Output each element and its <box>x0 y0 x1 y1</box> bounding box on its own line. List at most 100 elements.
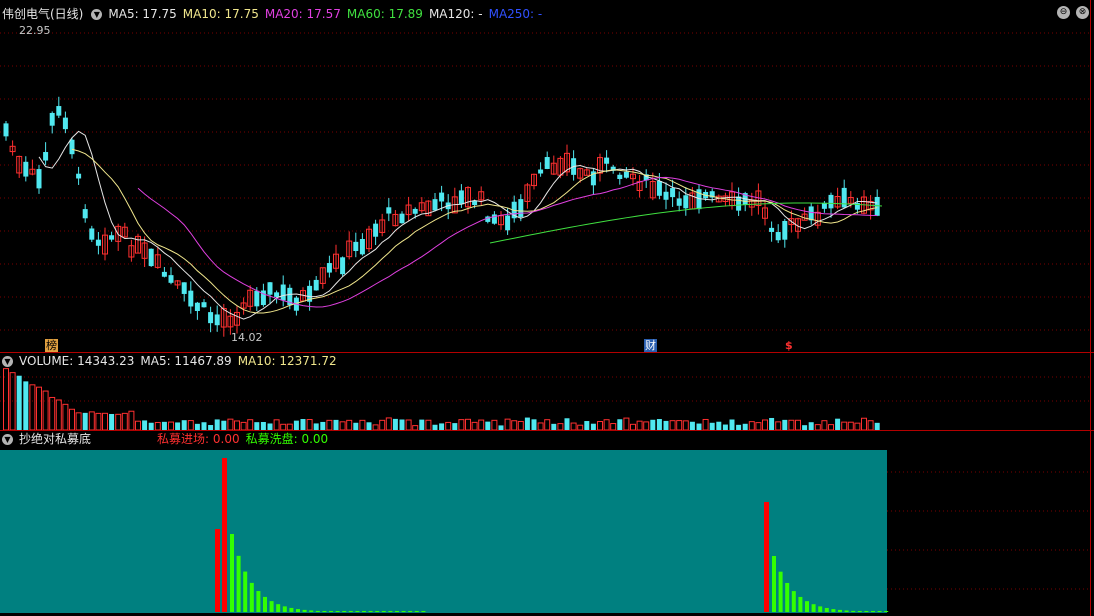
volume-bar-up <box>755 422 762 430</box>
volume-bar-up <box>603 419 610 430</box>
volume-bar-down <box>782 419 788 430</box>
high-price-label: 22.95 <box>19 24 51 37</box>
wash-bar <box>362 611 366 612</box>
volume-bar-up <box>121 412 128 430</box>
candle-down <box>432 199 438 211</box>
volume-bar-down <box>650 419 656 430</box>
volume-bar-down <box>617 419 623 430</box>
wash-bar <box>778 571 783 612</box>
volume-bar-up <box>491 419 498 430</box>
candle-down <box>168 275 174 283</box>
volume-bar-up <box>795 419 801 430</box>
volume-bar-up <box>841 421 848 430</box>
wash-bar <box>818 606 823 612</box>
wash-bar <box>824 607 829 612</box>
candle-down <box>386 207 392 214</box>
volume-bar-up <box>326 419 333 430</box>
candle-down <box>828 194 834 209</box>
wash-bar <box>791 591 796 612</box>
candle-down <box>353 241 359 252</box>
candle-down <box>769 227 775 232</box>
candle-down <box>23 161 29 177</box>
volume-bar-up <box>537 422 544 430</box>
volume-bar-up <box>636 420 643 430</box>
volume-bar-up <box>775 421 782 430</box>
candle-down <box>109 235 115 240</box>
volume-bar-up <box>88 411 95 430</box>
candle-down <box>43 152 49 161</box>
volume-bar-up <box>95 412 102 430</box>
ranking-marker[interactable]: 榜 <box>45 339 58 352</box>
volume-bar-down <box>221 420 227 430</box>
entry-bar <box>222 458 227 612</box>
candle-down <box>544 157 550 169</box>
candle-down <box>76 173 82 179</box>
volume-bar-up <box>306 419 313 430</box>
volume-bar-up <box>425 419 432 430</box>
indicator-background <box>0 450 887 613</box>
volume-bar-up <box>748 421 755 430</box>
volume-bar-up <box>597 421 603 430</box>
volume-bar-down <box>23 381 29 430</box>
candle-down <box>274 292 280 297</box>
volume-bar-down <box>452 423 458 430</box>
wash-bar <box>877 611 882 612</box>
minimize-button[interactable]: ⊖ <box>1057 6 1070 19</box>
wash-bar <box>381 611 386 612</box>
volume-bar-up <box>544 419 551 430</box>
volume-bar-down <box>808 422 814 430</box>
volume-bar-up <box>854 422 861 430</box>
close-button[interactable]: ⊗ <box>1076 6 1089 19</box>
private-fund-indicator-chart[interactable] <box>0 431 1094 616</box>
candle-down <box>181 282 187 294</box>
candle-down <box>313 279 319 291</box>
wash-bar <box>772 556 776 612</box>
candle-down <box>656 180 662 196</box>
volume-bar-up <box>676 420 683 430</box>
volume-bar-down <box>524 417 530 430</box>
volume-chart[interactable] <box>0 353 1094 430</box>
financial-report-marker[interactable]: 财 <box>644 339 657 352</box>
volume-bar-down <box>399 419 405 430</box>
volume-bar-down <box>392 418 398 430</box>
volume-bar-up <box>465 418 471 430</box>
wash-bar <box>851 610 856 612</box>
volume-panel[interactable]: ▼ VOLUME: 14343.23 MA5: 11467.89 MA10: 1237… <box>0 353 1094 430</box>
candle-down <box>254 290 260 307</box>
volume-bar-up <box>623 417 630 430</box>
candle-down <box>188 290 194 307</box>
volume-bar-down <box>353 422 359 430</box>
volume-bar-down <box>564 418 570 430</box>
ma5-line <box>38 130 878 320</box>
wash-bar <box>348 611 353 612</box>
candle-down <box>359 239 365 255</box>
volume-bar-up <box>102 412 108 430</box>
volume-bar-down <box>716 421 722 430</box>
wash-bar <box>785 582 790 612</box>
candle-down <box>267 282 273 295</box>
volume-bar-down <box>835 418 841 430</box>
volume-bar-up <box>128 410 135 430</box>
dividend-marker[interactable]: $ <box>784 339 794 352</box>
volume-bar-up <box>36 386 42 430</box>
wash-bar <box>276 604 281 612</box>
volume-bar-down <box>333 419 339 430</box>
volume-bar-down <box>419 419 425 430</box>
indicator-panel[interactable]: ▼ 抄绝对私募底 私募进场: 0.00 私募洗盘: 0.00 <box>0 431 1094 616</box>
volume-bar-up <box>385 417 392 430</box>
volume-bar-up <box>669 420 676 430</box>
volume-bar-up <box>570 422 577 430</box>
volume-bar-up <box>478 419 485 430</box>
volume-bar-down <box>293 420 299 430</box>
wash-bar <box>395 611 399 612</box>
candle-down <box>49 112 55 126</box>
candle-down <box>604 157 610 164</box>
wash-bar <box>289 607 294 612</box>
volume-bar-up <box>511 420 518 430</box>
candle-down <box>340 257 346 275</box>
price-panel[interactable]: 伟创电气(日线) ▼ MA5: 17.75 MA10: 17.75 MA20: 17.5… <box>0 0 1094 352</box>
candle-down <box>36 169 42 189</box>
candlestick-chart[interactable] <box>0 0 1094 352</box>
volume-bar-down <box>366 422 372 430</box>
volume-bar-up <box>847 421 854 430</box>
